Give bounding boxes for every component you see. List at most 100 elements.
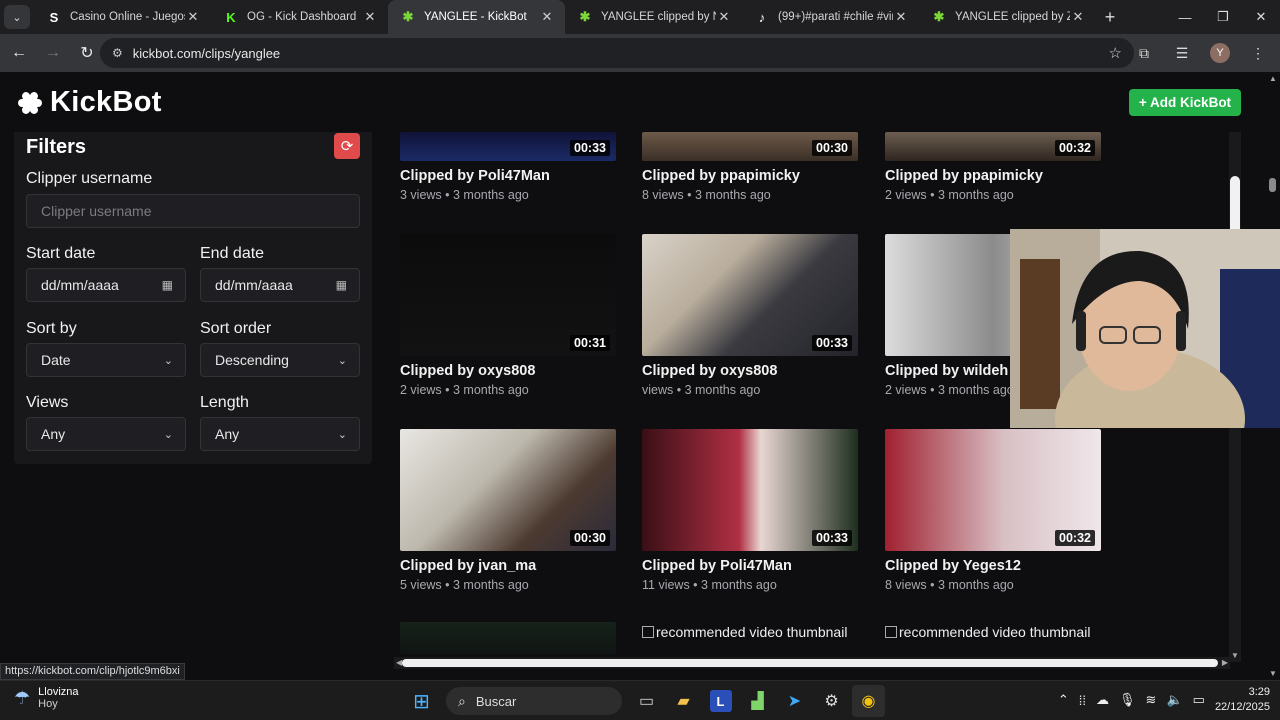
close-tab-icon[interactable]: ✕ bbox=[185, 9, 201, 25]
clip-title[interactable]: Clipped by ppapimicky bbox=[885, 168, 1101, 184]
reload-button[interactable]: ↻ bbox=[72, 38, 102, 68]
onedrive-icon[interactable]: ☁ bbox=[1096, 692, 1109, 708]
clip-card[interactable]: 00:30 Clipped by jvan_ma 5 views • 3 month… bbox=[400, 429, 616, 592]
site-info-icon[interactable]: ⚙ bbox=[112, 46, 123, 60]
length-select[interactable]: Any ⌄ bbox=[200, 417, 360, 451]
clip-card[interactable]: 00:33 Clipped by Poli47Man 3 views • 3 mon… bbox=[400, 132, 616, 202]
bookmark-star-icon[interactable]: ☆ bbox=[1109, 44, 1122, 62]
media-control-icon[interactable]: ☰ bbox=[1168, 38, 1196, 68]
browser-toolbar: ← → ↻ ⚙ kickbot.com/clips/yanglee ☆ ⧉ ☰ … bbox=[0, 34, 1280, 72]
views-select[interactable]: Any ⌄ bbox=[26, 417, 186, 451]
clip-card[interactable]: 00:31 Clipped by oxys808 2 views • 3 month… bbox=[400, 234, 616, 397]
clip-card[interactable]: 00:32 Clipped by Yeges12 8 views • 3 month… bbox=[885, 429, 1101, 592]
sort-order-select[interactable]: Descending ⌄ bbox=[200, 343, 360, 377]
taskbar-search[interactable]: ⌕ Buscar bbox=[446, 687, 622, 715]
file-explorer-icon[interactable]: ▰ bbox=[667, 685, 700, 717]
clip-card[interactable]: 00:33 Clipped by oxys808 views • 3 months … bbox=[642, 234, 858, 397]
end-date-input[interactable]: dd/mm/aaaa ▦ bbox=[200, 268, 360, 302]
address-bar[interactable]: ⚙ kickbot.com/clips/yanglee ☆ bbox=[100, 38, 1134, 68]
scroll-down-icon[interactable]: ▼ bbox=[1269, 669, 1277, 678]
telegram-icon[interactable]: ➤ bbox=[778, 685, 811, 717]
scrollbar-thumb[interactable] bbox=[1269, 178, 1276, 192]
clip-thumbnail[interactable]: 00:31 bbox=[400, 234, 616, 356]
settings-app-icon[interactable]: ⚙ bbox=[815, 685, 848, 717]
clip-card[interactable]: 00:33 Clipped by Poli47Man 11 views • 3 mo… bbox=[642, 429, 858, 592]
browser-tab[interactable]: ✱ YANGLEE clipped by Nagg✕ bbox=[565, 0, 742, 34]
clip-card[interactable]: 00:30 Clipped by ppapimicky 8 views • 3 mo… bbox=[642, 132, 858, 202]
scrollbar-thumb[interactable] bbox=[402, 659, 1218, 667]
chrome-icon[interactable]: ◉ bbox=[852, 685, 885, 717]
avatar: Y bbox=[1210, 43, 1230, 63]
system-clock[interactable]: 3:29 22/12/2025 bbox=[1215, 685, 1270, 715]
browser-tab[interactable]: ♪ (99+)#parati #chile #viralti✕ bbox=[742, 0, 919, 34]
scroll-up-icon[interactable]: ▲ bbox=[1269, 74, 1277, 83]
close-tab-icon[interactable]: ✕ bbox=[893, 9, 909, 25]
start-date-input[interactable]: dd/mm/aaaa ▦ bbox=[26, 268, 186, 302]
browser-tab[interactable]: S Casino Online - Juegos de✕ bbox=[34, 0, 211, 34]
calendar-icon[interactable]: ▦ bbox=[336, 278, 347, 292]
profile-button[interactable]: Y bbox=[1206, 38, 1234, 68]
clip-thumbnail[interactable]: 00:33 bbox=[400, 132, 616, 161]
browser-tab[interactable]: K OG - Kick Dashboard ✕ bbox=[211, 0, 388, 34]
clip-title[interactable]: Clipped by Poli47Man bbox=[642, 558, 858, 574]
microphone-icon[interactable]: 🎙 bbox=[1119, 692, 1136, 708]
clip-title[interactable]: Clipped by Poli47Man bbox=[400, 168, 616, 184]
volume-icon[interactable]: 🔈 bbox=[1166, 692, 1182, 708]
tray-apps-icon[interactable]: ⁞⁞ bbox=[1079, 693, 1086, 708]
close-window-button[interactable]: ✕ bbox=[1242, 0, 1280, 34]
clip-thumbnail[interactable] bbox=[400, 622, 616, 654]
battery-icon[interactable]: ▭ bbox=[1193, 692, 1205, 708]
clip-card[interactable]: 00:32 Clipped by ppapimicky 2 views • 3 mo… bbox=[885, 132, 1101, 202]
minimize-button[interactable]: — bbox=[1166, 0, 1204, 34]
menu-kebab-icon[interactable]: ⋮ bbox=[1244, 38, 1272, 68]
add-kickbot-button[interactable]: + Add KickBot bbox=[1129, 89, 1241, 116]
close-tab-icon[interactable]: ✕ bbox=[539, 9, 555, 25]
clips-horizontal-scrollbar[interactable]: ◀ ▶ bbox=[394, 657, 1230, 669]
weather-widget[interactable]: ☂ Llovizna Hoy bbox=[14, 686, 79, 710]
tray-overflow-icon[interactable]: ⌃ bbox=[1058, 692, 1069, 708]
back-button[interactable]: ← bbox=[4, 38, 34, 68]
restore-button[interactable]: ❐ bbox=[1204, 0, 1242, 34]
clip-thumbnail[interactable]: 00:33 bbox=[642, 429, 858, 551]
kickbot-logo[interactable]: KickBot bbox=[18, 86, 162, 119]
broken-thumbnail[interactable]: recommended video thumbnail bbox=[642, 624, 858, 640]
clip-title[interactable]: Clipped by oxys808 bbox=[400, 363, 616, 379]
chart-app-icon[interactable]: ▟ bbox=[741, 685, 774, 717]
new-tab-button[interactable]: + bbox=[1096, 7, 1124, 28]
sort-by-select[interactable]: Date ⌄ bbox=[26, 343, 186, 377]
close-tab-icon[interactable]: ✕ bbox=[362, 9, 378, 25]
broken-thumbnail[interactable]: recommended video thumbnail bbox=[885, 624, 1101, 640]
clip-thumbnail[interactable]: 00:32 bbox=[885, 429, 1101, 551]
clip-thumbnail[interactable]: 00:32 bbox=[885, 132, 1101, 161]
tab-search-menu-button[interactable]: ⌄ bbox=[4, 5, 30, 29]
clip-duration: 00:31 bbox=[570, 335, 610, 351]
l-app-icon[interactable]: L bbox=[704, 685, 737, 717]
browser-tab[interactable]: ✱ YANGLEE - KickBot ✕ bbox=[388, 0, 565, 34]
clipper-username-input[interactable]: Clipper username bbox=[26, 194, 360, 228]
close-tab-icon[interactable]: ✕ bbox=[1070, 9, 1086, 25]
wifi-icon[interactable]: ≋ bbox=[1146, 692, 1157, 708]
reset-filters-button[interactable]: ⟳ bbox=[334, 133, 360, 159]
tab-title: YANGLEE clipped by Nagg bbox=[601, 11, 716, 23]
close-tab-icon[interactable]: ✕ bbox=[716, 9, 732, 25]
clip-title[interactable]: Clipped by ppapimicky bbox=[642, 168, 858, 184]
clip-title[interactable]: Clipped by oxys808 bbox=[642, 363, 858, 379]
rain-cloud-icon: ☂ bbox=[14, 687, 31, 708]
clip-title[interactable]: Clipped by jvan_ma bbox=[400, 558, 616, 574]
task-view-icon[interactable]: ▭ bbox=[630, 685, 663, 717]
clip-thumbnail[interactable]: 00:30 bbox=[400, 429, 616, 551]
forward-button[interactable]: → bbox=[38, 38, 68, 68]
clip-thumbnail[interactable]: 00:30 bbox=[642, 132, 858, 161]
browser-tab[interactable]: ✱ YANGLEE clipped by Zwick✕ bbox=[919, 0, 1096, 34]
windows-start-icon[interactable]: ⊞ bbox=[405, 685, 438, 717]
extensions-icon[interactable]: ⧉ bbox=[1130, 38, 1158, 68]
calendar-icon[interactable]: ▦ bbox=[162, 278, 173, 292]
clip-card[interactable]: recommended video thumbnail bbox=[642, 624, 858, 640]
scroll-right-icon[interactable]: ▶ bbox=[1222, 658, 1228, 667]
clip-card[interactable]: recommended video thumbnail bbox=[885, 624, 1101, 640]
tab-title: Casino Online - Juegos de bbox=[70, 11, 185, 23]
scroll-down-icon[interactable]: ▼ bbox=[1231, 651, 1239, 660]
clip-title[interactable]: Clipped by Yeges12 bbox=[885, 558, 1101, 574]
clip-thumbnail[interactable]: 00:33 bbox=[642, 234, 858, 356]
clip-card[interactable] bbox=[400, 622, 616, 654]
